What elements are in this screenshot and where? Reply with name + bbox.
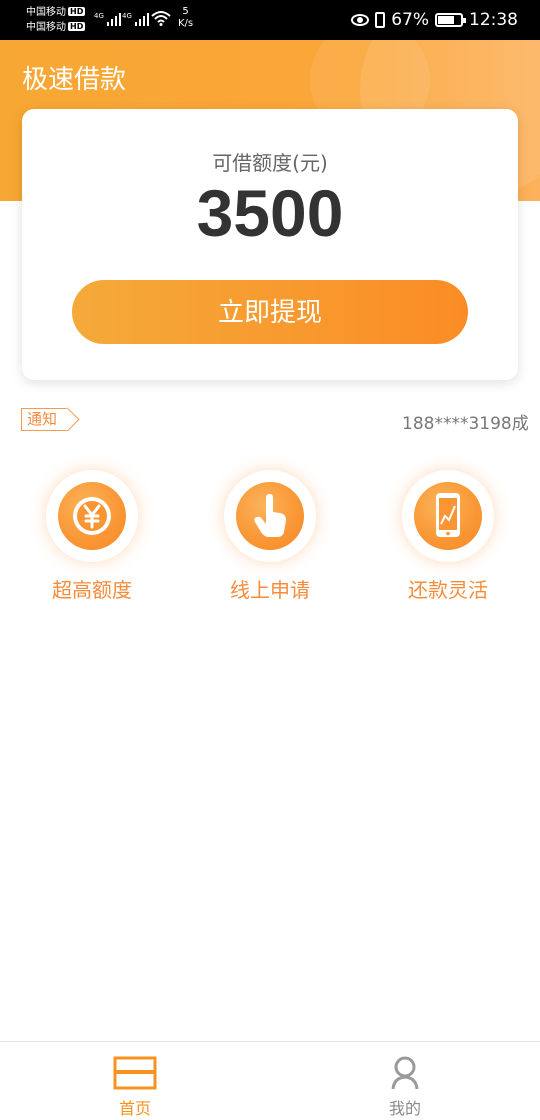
battery-icon [435,13,466,27]
carrier-2: 中国移动 [26,22,66,33]
credit-limit-label: 可借额度(元) [212,151,328,175]
feature-high-limit[interactable]: 超高额度 [22,470,162,603]
clock: 12:38 [469,10,518,30]
hand-tap-icon [236,482,304,550]
hd-badge-1: HD [68,7,86,16]
page-title: 极速借款 [22,65,127,95]
status-bar: 中国移动 HD 中国移动 HD 4G 4G 5 K/s 67% 12:38 [0,0,540,40]
home-icon [113,1056,157,1090]
withdraw-button[interactable]: 立即提现 [72,280,468,344]
feature-label: 超高额度 [52,578,132,602]
feature-flexible-repay[interactable]: 还款灵活 [378,470,518,603]
eye-comfort-icon [351,14,370,26]
battery-percent: 67% [391,10,429,30]
carrier-1: 中国移动 [26,7,66,18]
yen-coin-icon [58,482,126,550]
tab-home-label: 首页 [118,1099,151,1118]
signal-2-icon: 4G [122,12,149,26]
user-icon [391,1056,419,1090]
wifi-icon [151,11,171,26]
feature-online-apply[interactable]: 线上申请 [200,470,340,603]
notice-marquee[interactable]: 188****3198成 [402,409,540,434]
tab-mine[interactable]: 我的 [270,1042,540,1120]
loan-card: 可借额度(元) 3500 立即提现 [22,109,518,380]
hd-badge-2: HD [68,22,86,31]
network-speed: 5 K/s [178,6,194,29]
credit-limit-amount: 3500 [196,176,344,250]
notice-tag: 通知 [21,408,68,431]
tab-mine-label: 我的 [388,1099,421,1118]
signal-1-icon: 4G [94,12,121,26]
bottom-nav: 首页 我的 [0,1041,540,1120]
feature-label: 还款灵活 [408,578,488,602]
tab-home[interactable]: 首页 [0,1042,270,1120]
feature-label: 线上申请 [230,578,310,602]
carrier-info: 中国移动 HD 中国移动 HD [26,5,86,35]
vibrate-icon [375,12,386,28]
phone-chart-icon [414,482,482,550]
